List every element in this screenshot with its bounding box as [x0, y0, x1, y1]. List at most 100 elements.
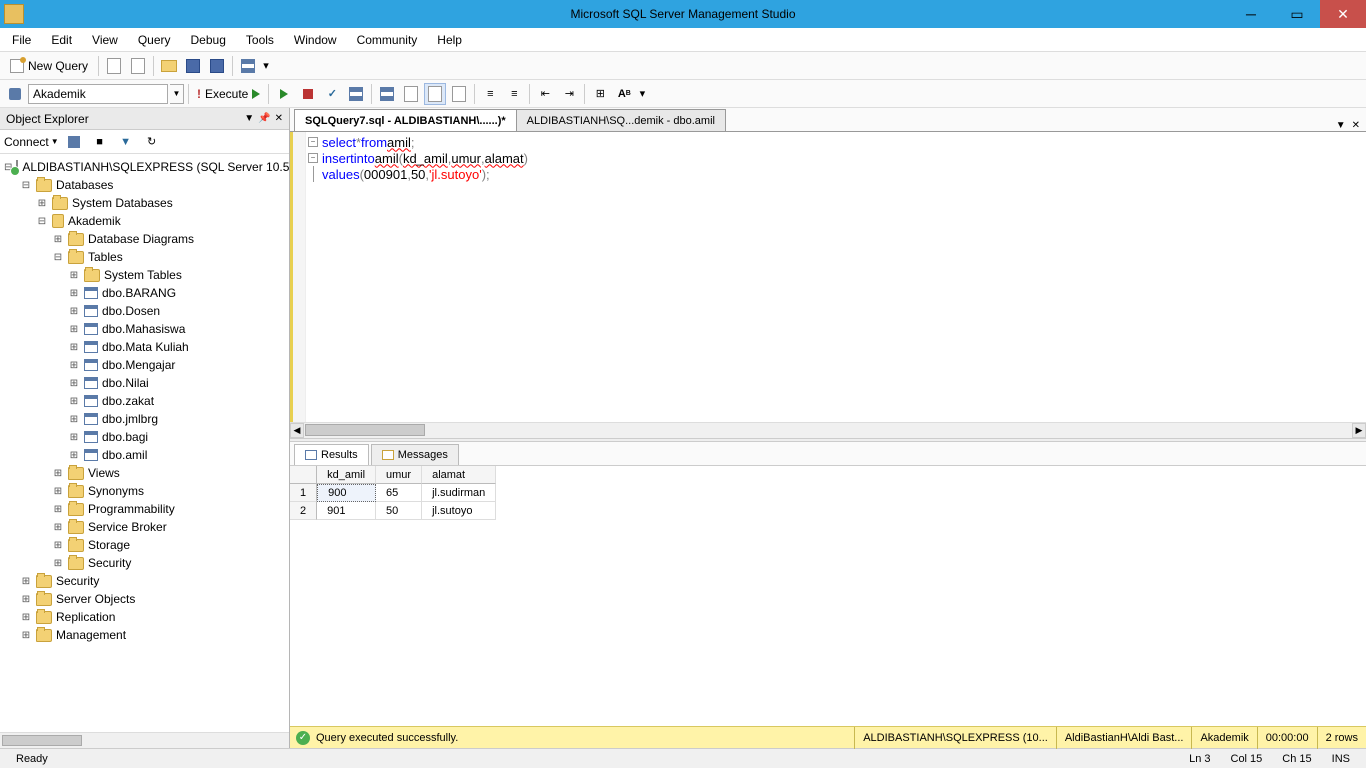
tree-databases[interactable]: ⊟Databases: [4, 176, 289, 194]
tree-management[interactable]: ⊞Management: [4, 626, 289, 644]
tree-table[interactable]: ⊞dbo.Mengajar: [4, 356, 289, 374]
results-text-button[interactable]: [400, 83, 422, 105]
tree-table[interactable]: ⊞dbo.jmlbrg: [4, 410, 289, 428]
results-grid-button[interactable]: [376, 83, 398, 105]
database-combo[interactable]: ▼: [28, 84, 184, 104]
tab-inactive[interactable]: ALDIBASTIANH\SQ...demik - dbo.amil: [516, 109, 726, 131]
tree-view[interactable]: ⊟ALDIBASTIANH\SQLEXPRESS (SQL Server 10.…: [0, 154, 289, 732]
connect-button[interactable]: Connect ▼: [4, 135, 59, 149]
tree-table[interactable]: ⊞dbo.bagi: [4, 428, 289, 446]
disconnect-button[interactable]: [63, 131, 85, 153]
toolbar-dropdown[interactable]: ▾: [261, 55, 271, 77]
comment-button[interactable]: ≡: [479, 83, 501, 105]
messages-tab[interactable]: Messages: [371, 444, 459, 465]
panel-pin-icon[interactable]: 📌: [258, 113, 270, 124]
col-header[interactable]: umur: [376, 466, 422, 484]
scroll-right-icon[interactable]: ▶: [1352, 423, 1366, 438]
tree-replication[interactable]: ⊞Replication: [4, 608, 289, 626]
grid-cell[interactable]: 901: [317, 502, 376, 520]
fold-icon[interactable]: −: [308, 153, 318, 163]
row-header[interactable]: 2: [290, 502, 317, 520]
uncomment-button[interactable]: ≡: [503, 83, 525, 105]
intellisense-button[interactable]: AB: [613, 83, 635, 105]
tree-views[interactable]: ⊞Views: [4, 464, 289, 482]
save-button[interactable]: [182, 55, 204, 77]
panel-hscrollbar[interactable]: [0, 732, 289, 748]
tree-server[interactable]: ⊟ALDIBASTIANH\SQLEXPRESS (SQL Server 10.…: [4, 158, 289, 176]
tree-synonyms[interactable]: ⊞Synonyms: [4, 482, 289, 500]
stop-button[interactable]: ■: [89, 131, 111, 153]
close-button[interactable]: ✕: [1320, 0, 1366, 28]
results-tab[interactable]: Results: [294, 444, 369, 465]
tree-system-databases[interactable]: ⊞System Databases: [4, 194, 289, 212]
menu-edit[interactable]: Edit: [43, 31, 80, 49]
tab-active[interactable]: SQLQuery7.sql - ALDIBASTIANH\......)*: [294, 109, 517, 131]
new-project-button[interactable]: [127, 55, 149, 77]
new-query-button[interactable]: New Query: [4, 57, 94, 75]
results-grid[interactable]: kd_amil umur alamat 1 900 65 jl.sudirman…: [290, 466, 1366, 726]
editor-hscrollbar[interactable]: ◀ ▶: [290, 422, 1366, 438]
debug-button[interactable]: [273, 83, 295, 105]
specify-values-button[interactable]: ⊞: [589, 83, 611, 105]
minimize-button[interactable]: ─: [1228, 0, 1274, 28]
options-button[interactable]: [345, 83, 367, 105]
menu-window[interactable]: Window: [286, 31, 345, 49]
col-header[interactable]: kd_amil: [317, 466, 376, 484]
parse-button[interactable]: ✓: [321, 83, 343, 105]
results-file-button[interactable]: [424, 83, 446, 105]
panel-close-icon[interactable]: ✕: [275, 113, 283, 124]
row-header[interactable]: 1: [290, 484, 317, 502]
include-plan-button[interactable]: [448, 83, 470, 105]
tree-table[interactable]: ⊞dbo.Mata Kuliah: [4, 338, 289, 356]
scroll-left-icon[interactable]: ◀: [290, 423, 304, 438]
tree-service-broker[interactable]: ⊞Service Broker: [4, 518, 289, 536]
tree-server-objects[interactable]: ⊞Server Objects: [4, 590, 289, 608]
tree-programmability[interactable]: ⊞Programmability: [4, 500, 289, 518]
menu-debug[interactable]: Debug: [183, 31, 234, 49]
grid-cell[interactable]: 900: [317, 484, 376, 502]
save-all-button[interactable]: [206, 55, 228, 77]
new-file-button[interactable]: [103, 55, 125, 77]
indent-button[interactable]: ⇥: [558, 83, 580, 105]
maximize-button[interactable]: ▭: [1274, 0, 1320, 28]
menu-community[interactable]: Community: [349, 31, 426, 49]
outdent-button[interactable]: ⇤: [534, 83, 556, 105]
activity-monitor-button[interactable]: [237, 55, 259, 77]
tree-db-diagrams[interactable]: ⊞Database Diagrams: [4, 230, 289, 248]
database-input[interactable]: [28, 84, 168, 104]
stop-button[interactable]: [297, 83, 319, 105]
grid-cell[interactable]: jl.sudirman: [422, 484, 496, 502]
menu-view[interactable]: View: [84, 31, 126, 49]
tree-table[interactable]: ⊞dbo.Dosen: [4, 302, 289, 320]
tree-table[interactable]: ⊞dbo.zakat: [4, 392, 289, 410]
tree-tables[interactable]: ⊟Tables: [4, 248, 289, 266]
tree-security[interactable]: ⊞Security: [4, 572, 289, 590]
grid-cell[interactable]: 65: [376, 484, 422, 502]
code-editor[interactable]: −select * from amil; −insert into amil (…: [290, 132, 1366, 422]
tabs-dropdown-icon[interactable]: ▼: [1336, 120, 1346, 131]
tree-table[interactable]: ⊞dbo.BARANG: [4, 284, 289, 302]
chevron-down-icon[interactable]: ▼: [170, 84, 184, 104]
tree-akademik[interactable]: ⊟Akademik: [4, 212, 289, 230]
menu-query[interactable]: Query: [130, 31, 179, 49]
panel-dropdown-icon[interactable]: ▼: [244, 113, 254, 124]
tree-table[interactable]: ⊞dbo.Mahasiswa: [4, 320, 289, 338]
tree-storage[interactable]: ⊞Storage: [4, 536, 289, 554]
execute-button[interactable]: ! Execute: [193, 87, 264, 101]
tree-table[interactable]: ⊞dbo.Nilai: [4, 374, 289, 392]
tree-system-tables[interactable]: ⊞System Tables: [4, 266, 289, 284]
fold-icon[interactable]: −: [308, 137, 318, 147]
grid-cell[interactable]: jl.sutoyo: [422, 502, 496, 520]
open-button[interactable]: [158, 55, 180, 77]
toolbar-dropdown-2[interactable]: ▾: [637, 83, 647, 105]
grid-cell[interactable]: 50: [376, 502, 422, 520]
col-header[interactable]: alamat: [422, 466, 496, 484]
tree-db-security[interactable]: ⊞Security: [4, 554, 289, 572]
refresh-button[interactable]: ↻: [141, 131, 163, 153]
filter-button[interactable]: ▼: [115, 131, 137, 153]
menu-help[interactable]: Help: [429, 31, 470, 49]
tree-table[interactable]: ⊞dbo.amil: [4, 446, 289, 464]
menu-file[interactable]: File: [4, 31, 39, 49]
menu-tools[interactable]: Tools: [238, 31, 282, 49]
tabs-close-icon[interactable]: ✕: [1352, 120, 1360, 131]
